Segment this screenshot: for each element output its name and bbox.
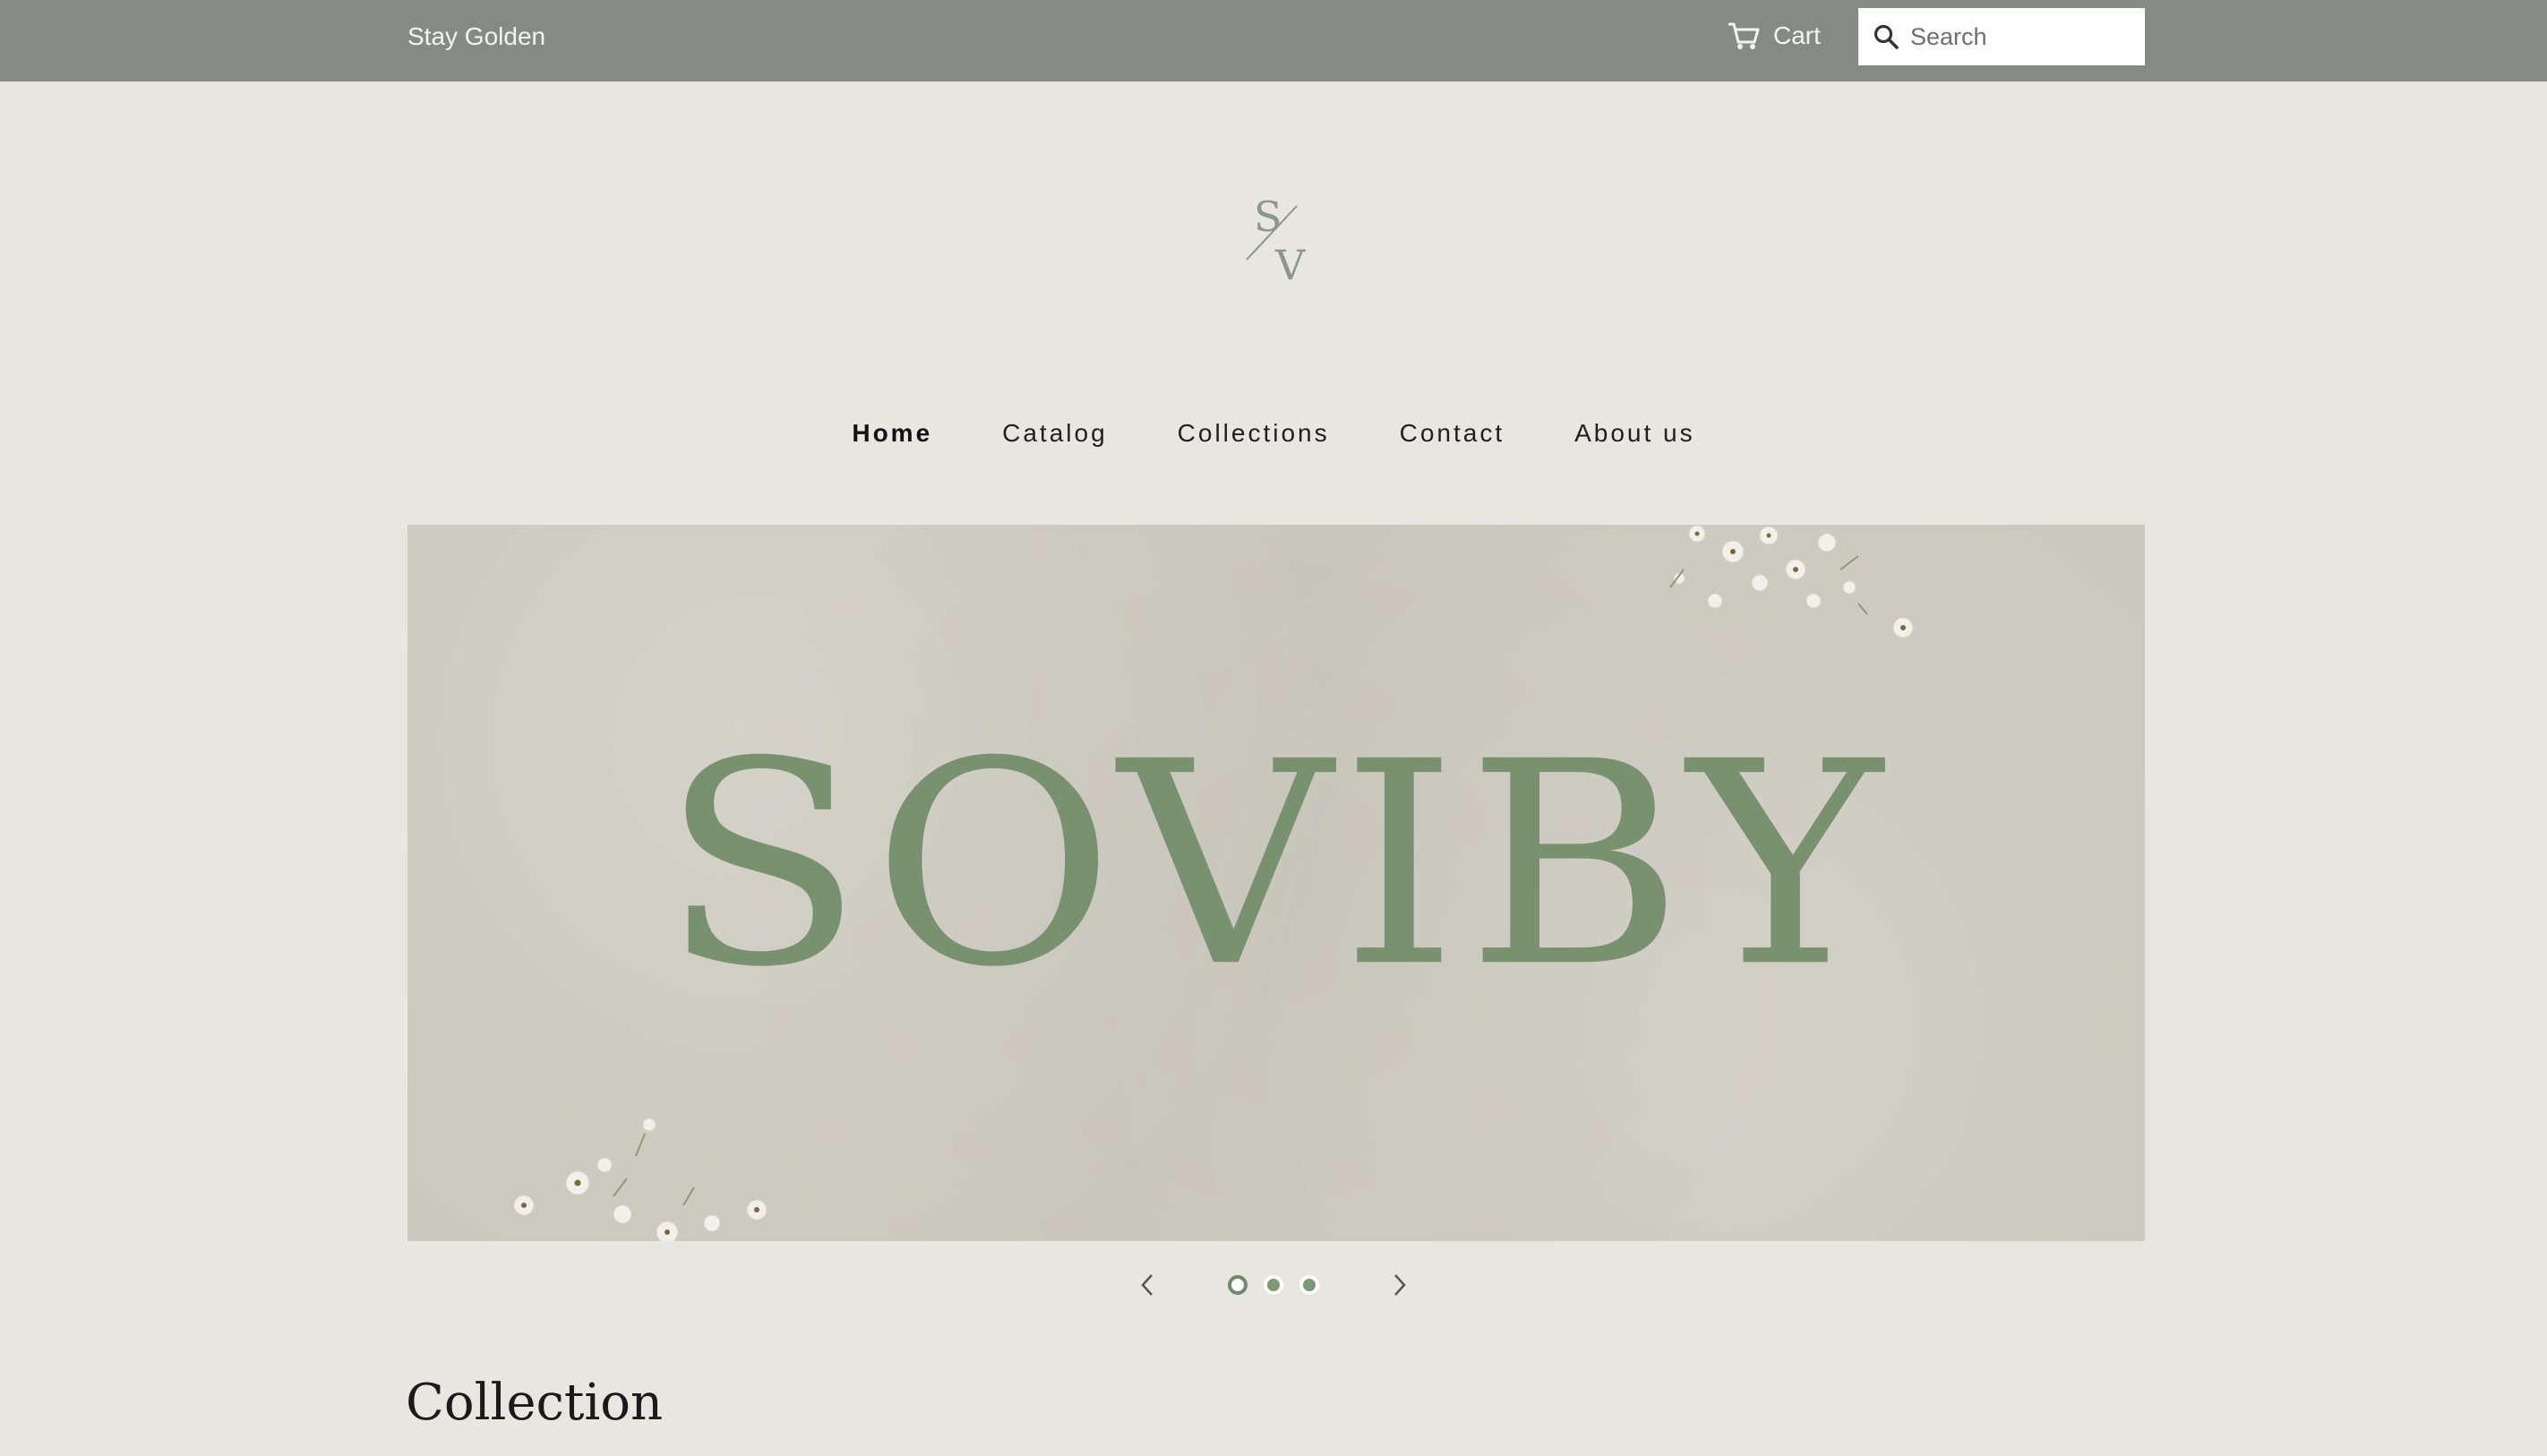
search-input[interactable] [1910, 22, 2125, 51]
slide-dots [1228, 1275, 1319, 1295]
search-box [1858, 8, 2145, 65]
flowers-top-decoration [1669, 525, 1914, 638]
hero-slide[interactable]: SOVIBY [407, 525, 2145, 1241]
nav-collections[interactable]: Collections [1178, 419, 1330, 448]
tagline: Stay Golden [407, 22, 546, 50]
slide-dot-2[interactable] [1264, 1275, 1283, 1295]
slide-dot-1[interactable] [1228, 1275, 1248, 1295]
nav-contact[interactable]: Contact [1400, 419, 1505, 448]
flowers-bottom-decoration [513, 1118, 768, 1241]
cart-label: Cart [1773, 21, 1821, 49]
slide-dot-3[interactable] [1299, 1275, 1319, 1295]
hero-brand-text: SOVIBY [660, 701, 1892, 1029]
collection-heading: Collection [406, 1374, 664, 1432]
brand-logo[interactable]: S V [1241, 188, 1313, 289]
nav-home[interactable]: Home [852, 419, 932, 448]
chevron-right-icon[interactable] [1382, 1267, 1418, 1303]
search-icon[interactable] [1873, 23, 1900, 50]
slider-controls [0, 1267, 2547, 1303]
logo-letter-s: S [1254, 193, 1282, 241]
nav-about-us[interactable]: About us [1574, 419, 1695, 448]
main-nav: Home Catalog Collections Contact About u… [0, 419, 2547, 448]
cart-link[interactable]: Cart [1727, 18, 1821, 54]
cart-icon [1727, 21, 1761, 51]
top-bar: Stay Golden Cart [0, 0, 2547, 81]
chevron-left-icon[interactable] [1129, 1267, 1165, 1303]
logo-letter-v: V [1274, 241, 1306, 287]
nav-catalog[interactable]: Catalog [1002, 419, 1108, 448]
